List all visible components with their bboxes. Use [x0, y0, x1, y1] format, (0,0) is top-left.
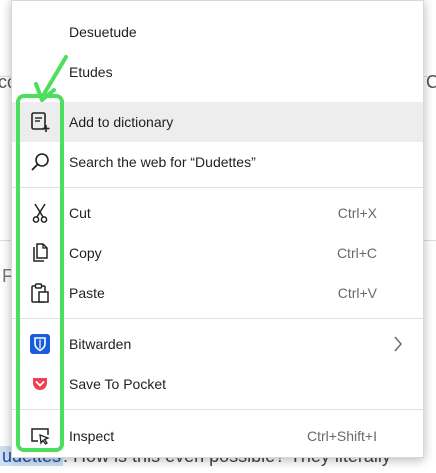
menu-item-shortcut: Ctrl+Shift+I	[306, 428, 377, 444]
menu-item-save-to-pocket[interactable]: Save To Pocket	[12, 364, 423, 404]
annotation-arrow-icon	[34, 55, 68, 102]
menu-separator	[12, 409, 423, 410]
spelling-suggestion-desuetude[interactable]: Desuetude	[12, 12, 423, 52]
menu-separator	[12, 318, 423, 319]
menu-item-inspect[interactable]: Inspect Ctrl+Shift+I	[12, 416, 423, 456]
menu-item-label: Cut	[69, 205, 91, 221]
menu-item-label: Search the web for “Dudettes”	[69, 154, 256, 170]
bg-text-fragment-right: C	[426, 72, 436, 92]
menu-item-label: Inspect	[69, 428, 115, 444]
menu-item-paste[interactable]: Paste Ctrl+V	[12, 273, 423, 313]
menu-item-copy[interactable]: Copy Ctrl+C	[12, 233, 423, 273]
context-menu: Desuetude Etudes Add to dictionary Searc…	[11, 0, 424, 458]
menu-item-label: Copy	[69, 245, 102, 261]
menu-separator	[12, 187, 423, 188]
menu-item-shortcut: Ctrl+V	[337, 285, 377, 301]
icon-column-highlight	[16, 94, 64, 452]
menu-item-label: Add to dictionary	[69, 114, 174, 130]
menu-item-shortcut: Ctrl+C	[336, 245, 377, 261]
menu-item-bitwarden[interactable]: Bitwarden	[12, 324, 423, 364]
menu-item-cut[interactable]: Cut Ctrl+X	[12, 193, 423, 233]
spelling-suggestion-etudes[interactable]: Etudes	[12, 52, 423, 92]
menu-item-search-web[interactable]: Search the web for “Dudettes”	[12, 142, 423, 182]
menu-item-label: Desuetude	[69, 24, 137, 40]
menu-item-shortcut: Ctrl+X	[337, 205, 377, 221]
chevron-right-icon	[393, 336, 403, 355]
menu-item-label: Bitwarden	[69, 336, 132, 352]
menu-item-label: Etudes	[69, 64, 113, 80]
menu-item-add-to-dictionary[interactable]: Add to dictionary	[12, 102, 423, 142]
menu-item-label: Save To Pocket	[69, 376, 167, 392]
menu-item-label: Paste	[69, 285, 105, 301]
